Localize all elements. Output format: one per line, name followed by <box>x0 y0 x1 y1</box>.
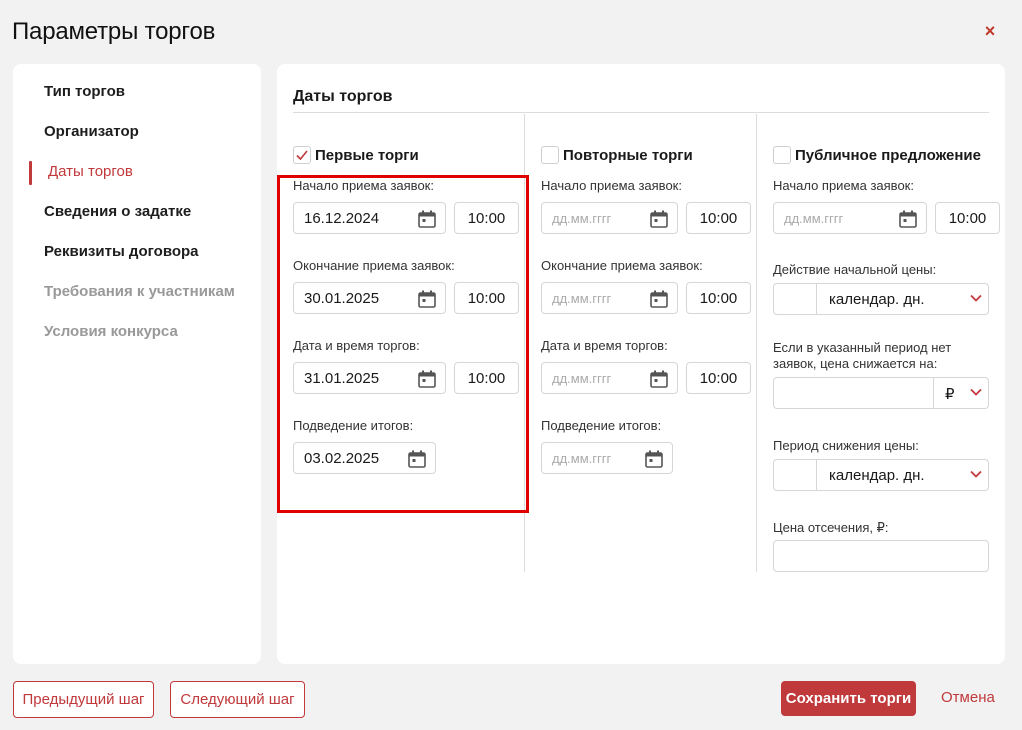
save-button[interactable]: Сохранить торги <box>781 681 916 716</box>
auction-date-field[interactable]: дд.мм.гггг <box>541 362 678 394</box>
checkbox-unchecked[interactable] <box>541 146 559 164</box>
date-placeholder: дд.мм.гггг <box>552 370 612 386</box>
decrease-amount-field[interactable]: ₽ <box>773 377 989 409</box>
divider <box>293 112 989 113</box>
checkbox-label: Первые торги <box>315 146 419 164</box>
repeat-auction-checkbox[interactable]: Повторные торги <box>541 146 693 164</box>
sidebar-item-deposit[interactable]: Сведения о задатке <box>44 203 191 220</box>
select-value: календар. дн. <box>829 291 925 308</box>
public-offer-checkbox[interactable]: Публичное предложение <box>773 146 981 164</box>
calendar-icon[interactable] <box>644 449 664 469</box>
chevron-down-icon <box>970 470 982 478</box>
dialog-title: Параметры торгов <box>12 18 216 45</box>
date-placeholder: дд.мм.гггг <box>784 210 844 226</box>
sidebar-item-dates[interactable]: Даты торгов <box>48 163 133 180</box>
select-value: календар. дн. <box>829 467 925 484</box>
close-icon[interactable]: × <box>981 22 999 40</box>
sidebar-item-contract[interactable]: Реквизиты договора <box>44 243 199 260</box>
chevron-down-icon <box>970 388 982 396</box>
start-date-field[interactable]: дд.мм.гггг <box>541 202 678 234</box>
calendar-icon[interactable] <box>898 209 918 229</box>
first-auction-checkbox[interactable]: Первые торги <box>293 146 419 164</box>
date-placeholder: дд.мм.гггг <box>552 210 612 226</box>
date-placeholder: дд.мм.гггг <box>552 450 612 466</box>
sidebar-item-requirements[interactable]: Требования к участникам <box>44 283 235 300</box>
start-date-field[interactable]: дд.мм.гггг <box>773 202 927 234</box>
sidebar-item-type[interactable]: Тип торгов <box>44 83 125 100</box>
select-divider <box>816 460 817 490</box>
decrease-label-line1: Если в указанный период нет <box>773 340 952 355</box>
start-label: Начало приема заявок: <box>773 178 914 193</box>
end-date-field[interactable]: дд.мм.гггг <box>541 282 678 314</box>
sidebar-item-conditions[interactable]: Условия конкурса <box>44 323 178 340</box>
checkbox-label: Публичное предложение <box>795 146 981 164</box>
check-icon <box>296 150 308 161</box>
sidebar-item-organizer[interactable]: Организатор <box>44 123 139 140</box>
active-indicator <box>29 161 32 185</box>
auction-time-field[interactable]: 10:00 <box>686 362 751 394</box>
results-date-field[interactable]: дд.мм.гггг <box>541 442 673 474</box>
checkbox-unchecked[interactable] <box>773 146 791 164</box>
cutoff-label: Цена отсечения, ₽: <box>773 520 889 535</box>
end-label: Окончание приема заявок: <box>541 258 703 273</box>
cutoff-price-input[interactable] <box>773 540 989 572</box>
end-time-field[interactable]: 10:00 <box>686 282 751 314</box>
checkbox-label: Повторные торги <box>563 146 693 164</box>
auction-label: Дата и время торгов: <box>541 338 668 353</box>
start-time-field[interactable]: 10:00 <box>686 202 751 234</box>
decrease-label-line2: заявок, цена снижается на: <box>773 356 938 371</box>
calendar-icon[interactable] <box>649 209 669 229</box>
currency-value: ₽ <box>945 386 955 403</box>
start-time-field[interactable]: 10:00 <box>935 202 1000 234</box>
highlight-box <box>277 175 529 513</box>
column-divider <box>756 114 757 572</box>
cancel-button[interactable]: Отмена <box>941 689 995 706</box>
select-divider <box>816 284 817 314</box>
date-placeholder: дд.мм.гггг <box>552 290 612 306</box>
checkbox-checked[interactable] <box>293 146 311 164</box>
calendar-icon[interactable] <box>649 289 669 309</box>
chevron-down-icon <box>970 294 982 302</box>
calendar-icon[interactable] <box>649 369 669 389</box>
next-step-button[interactable]: Следующий шаг <box>170 681 305 718</box>
initial-price-label: Действие начальной цены: <box>773 262 937 277</box>
section-title: Даты торгов <box>293 88 393 105</box>
sidebar: Тип торгов Организатор Даты торгов Сведе… <box>13 64 261 664</box>
results-label: Подведение итогов: <box>541 418 662 433</box>
period-select[interactable]: календар. дн. <box>773 459 989 491</box>
period-label: Период снижения цены: <box>773 438 919 453</box>
initial-price-select[interactable]: календар. дн. <box>773 283 989 315</box>
prev-step-button[interactable]: Предыдущий шаг <box>13 681 154 718</box>
start-label: Начало приема заявок: <box>541 178 682 193</box>
select-divider <box>933 378 934 408</box>
